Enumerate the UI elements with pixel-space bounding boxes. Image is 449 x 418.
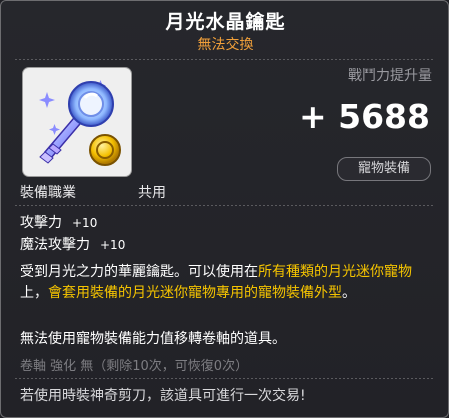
stat-value: +10 <box>72 216 98 230</box>
scissor-info: 若使用時裝神奇剪刀，該道具可進行一次交易! <box>20 388 306 404</box>
highlight-text: 會套用裝備的月光迷你寵物專用的寵物裝備外型 <box>48 285 342 301</box>
job-value: 共用 <box>138 185 166 201</box>
item-tooltip: 月光水晶鑰匙 無法交換 戰鬥力提升量 + 5688 寵物裝備 裝備職業 共用 攻… <box>0 0 449 418</box>
power-value: + 5688 <box>299 97 430 136</box>
stat-label: 魔法攻擊力 <box>20 237 90 253</box>
highlight-text: 所有種類的月光迷你寵物 <box>258 264 412 280</box>
power-label: 戰鬥力提升量 <box>348 68 432 84</box>
crystal-key-icon <box>39 80 121 166</box>
trade-status: 無法交換 <box>197 37 254 53</box>
item-icon-frame <box>22 67 132 177</box>
divider <box>15 59 434 60</box>
scroll-upgrade-info: 卷軸 強化 無（剩除10次，可恢復0次） <box>20 359 249 374</box>
item-restriction: 無法使用寵物裝備能力值移轉卷軸的道具。 <box>20 331 286 347</box>
item-description: 受到月光之力的華麗鑰匙。可以使用在所有種類的月光迷你寵物上，會套用裝備的月光迷你… <box>20 264 412 301</box>
stat-label: 攻擊力 <box>20 215 62 231</box>
item-name: 月光水晶鑰匙 <box>165 11 286 33</box>
stat-row: 攻擊力 +10 <box>20 212 97 232</box>
job-label: 裝備職業 <box>20 185 76 201</box>
gold-coin-icon <box>89 134 121 166</box>
category-badge: 寵物裝備 <box>337 157 431 181</box>
divider <box>15 205 434 206</box>
divider <box>15 378 434 379</box>
stat-row: 魔法攻擊力 +10 <box>20 234 125 254</box>
stat-value: +10 <box>100 238 126 252</box>
